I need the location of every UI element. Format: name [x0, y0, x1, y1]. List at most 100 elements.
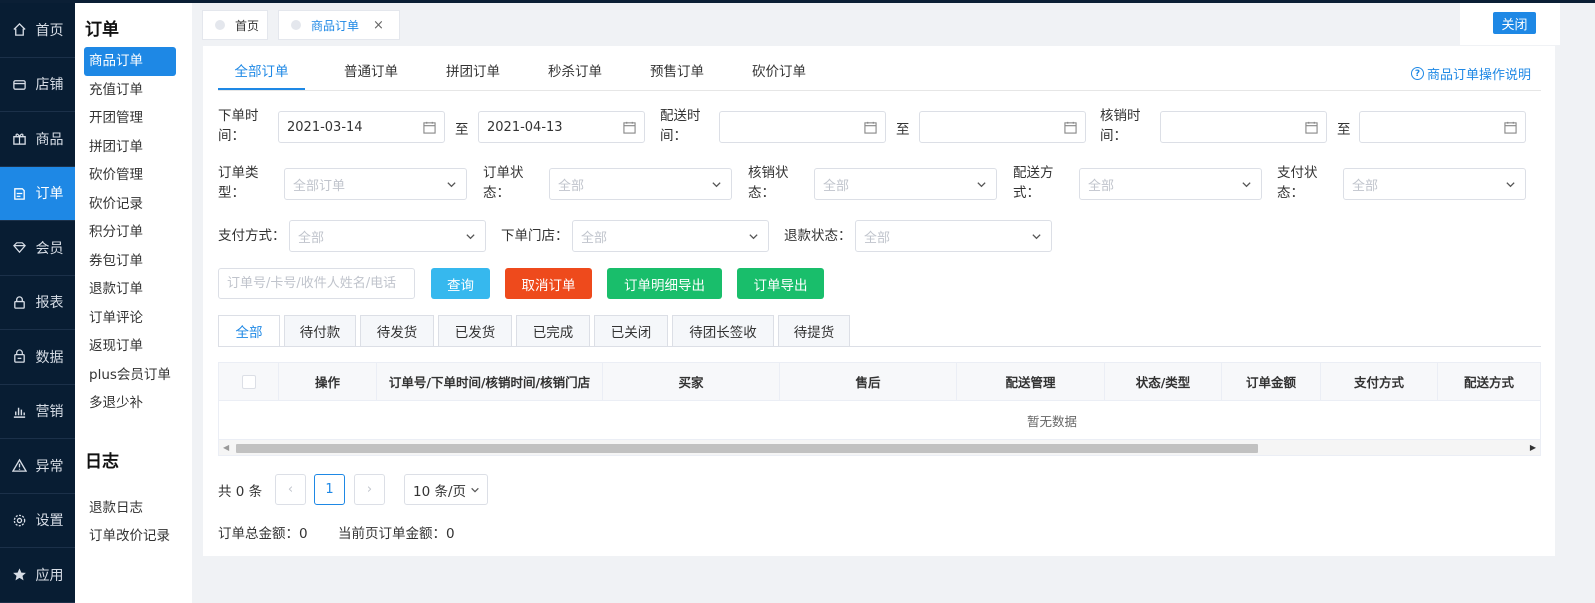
cancel-order-button[interactable]: 取消订单 — [505, 268, 592, 299]
nav-item-home[interactable]: 首页 — [0, 3, 75, 58]
store-select[interactable]: 全部 — [572, 220, 769, 252]
chevron-down-icon — [1239, 177, 1253, 191]
tab-presale-orders[interactable]: 预售订单 — [626, 58, 728, 90]
next-page-button[interactable]: › — [354, 474, 385, 505]
order-time-end-field[interactable]: 2021-04-13 — [478, 111, 645, 143]
prev-page-button[interactable]: ‹ — [275, 474, 306, 505]
nav-item-settings[interactable]: 设置 — [0, 494, 75, 548]
order-icon — [12, 185, 28, 201]
nav-item-store[interactable]: 店铺 — [0, 58, 75, 112]
chevron-down-icon — [1503, 177, 1517, 191]
scroll-right-icon[interactable]: ▶ — [1530, 443, 1536, 452]
tab-status-completed[interactable]: 已完成 — [516, 315, 590, 347]
nav-item-apps[interactable]: 应用 — [0, 548, 75, 603]
tab-normal-orders[interactable]: 普通订单 — [320, 58, 422, 90]
delivery-time-start-field[interactable] — [719, 111, 886, 143]
tab-status-leader-sign[interactable]: 待团长签收 — [672, 315, 774, 347]
submenu-item-cashback-orders[interactable]: 返现订单 — [84, 332, 176, 361]
close-icon[interactable]: × — [373, 18, 384, 33]
submenu-item-order-reviews[interactable]: 订单评论 — [84, 304, 176, 333]
order-panel: 全部订单 普通订单 拼团订单 秒杀订单 预售订单 砍价订单 ? 商品订单操作说明… — [203, 46, 1555, 556]
order-search-input[interactable] — [218, 268, 415, 299]
page-tab-home[interactable]: 首页 — [202, 10, 268, 40]
refund-status-select[interactable]: 全部 — [855, 220, 1052, 252]
export-detail-button[interactable]: 订单明细导出 — [607, 268, 722, 299]
submenu-item-goods-orders[interactable]: 商品订单 — [84, 47, 176, 76]
help-link[interactable]: ? 商品订单操作说明 — [1411, 64, 1531, 83]
nav-item-orders[interactable]: 订单 — [0, 166, 75, 221]
close-button[interactable]: 关闭 — [1493, 12, 1536, 34]
submenu-item-recharge-orders[interactable]: 充值订单 — [84, 76, 176, 105]
delivery-time-end-field[interactable] — [919, 111, 1086, 143]
tab-status-closed[interactable]: 已关闭 — [594, 315, 668, 347]
page-tab-bar: 首页 商品订单 × — [192, 3, 1595, 45]
nav-item-reports[interactable]: 报表 — [0, 276, 75, 330]
nav-item-goods[interactable]: 商品 — [0, 112, 75, 167]
pay-status-select[interactable]: 全部 — [1343, 168, 1526, 200]
submenu-item-price-change-log[interactable]: 订单改价记录 — [84, 522, 176, 551]
nav-item-exceptions[interactable]: 异常 — [0, 439, 75, 494]
store-label: 下单门店： — [501, 228, 569, 244]
submenu-item-points-orders[interactable]: 积分订单 — [84, 218, 176, 247]
submenu-item-group-orders[interactable]: 拼团订单 — [84, 133, 176, 162]
pay-method-select[interactable]: 全部 — [289, 220, 486, 252]
select-placeholder: 全部 — [558, 178, 585, 194]
submenu-item-adjustments[interactable]: 多退少补 — [84, 389, 176, 418]
verify-status-select[interactable]: 全部 — [814, 168, 997, 200]
calendar-icon — [1304, 120, 1318, 134]
select-placeholder: 全部 — [581, 230, 608, 246]
page-number[interactable]: 1 — [314, 474, 345, 505]
chevron-down-icon — [444, 177, 458, 191]
tab-group-orders[interactable]: 拼团订单 — [422, 58, 524, 90]
tab-status-pickup[interactable]: 待提货 — [778, 315, 850, 347]
nav-label: 应用 — [35, 567, 64, 584]
select-placeholder: 全部 — [864, 230, 891, 246]
submenu-item-bargain-manage[interactable]: 砍价管理 — [84, 161, 176, 190]
horizontal-scrollbar[interactable]: ◀ ▶ — [219, 439, 1540, 455]
tab-status-shipped[interactable]: 已发货 — [438, 315, 512, 347]
page-tab-goods-orders[interactable]: 商品订单 × — [278, 10, 400, 40]
nav-label: 数据 — [35, 349, 64, 366]
nav-item-marketing[interactable]: 营销 — [0, 385, 75, 439]
page-size-select[interactable]: 10 条/页 — [404, 474, 488, 505]
tab-status-all[interactable]: 全部 — [218, 315, 280, 347]
query-button[interactable]: 查询 — [431, 268, 490, 299]
order-time-start-field[interactable]: 2021-03-14 — [278, 111, 445, 143]
nav-item-data[interactable]: 数据 — [0, 330, 75, 385]
submenu-title: 订单 — [85, 20, 119, 40]
tab-status-pending-shipment[interactable]: 待发货 — [360, 315, 434, 347]
scroll-left-icon[interactable]: ◀ — [223, 443, 229, 452]
submenu-item-bargain-records[interactable]: 砍价记录 — [84, 190, 176, 219]
order-type-select[interactable]: 全部订单 — [284, 168, 467, 200]
delivery-method-select[interactable]: 全部 — [1079, 168, 1262, 200]
select-all-cell — [219, 363, 279, 400]
tab-flash-sale-orders[interactable]: 秒杀订单 — [524, 58, 626, 90]
order-status-select[interactable]: 全部 — [549, 168, 732, 200]
delivery-time-label: 配送时 间： — [660, 108, 701, 144]
select-placeholder: 全部订单 — [293, 178, 346, 194]
gift-icon — [12, 131, 28, 147]
page-size-value: 10 条/页 — [413, 483, 467, 500]
select-all-checkbox[interactable] — [241, 374, 256, 389]
submenu-item-plus-member-orders[interactable]: plus会员订单 — [84, 361, 176, 390]
calendar-icon — [863, 120, 877, 134]
status-tabs: 全部 待付款 待发货 已发货 已完成 已关闭 待团长签收 待提货 — [218, 315, 854, 347]
column-header: 操作 — [279, 363, 377, 400]
tab-bargain-orders[interactable]: 砍价订单 — [728, 58, 830, 90]
submenu-item-coupon-orders[interactable]: 券包订单 — [84, 247, 176, 276]
chevron-down-icon — [470, 485, 480, 495]
scrollbar-thumb[interactable] — [236, 444, 1258, 453]
tab-status-pending-payment[interactable]: 待付款 — [284, 315, 356, 347]
page-amount: 当前页订单金额：0 — [338, 526, 455, 542]
verify-time-start-field[interactable] — [1160, 111, 1327, 143]
submenu-item-group-manage[interactable]: 开团管理 — [84, 104, 176, 133]
submenu-item-refund-log[interactable]: 退款日志 — [84, 494, 176, 523]
column-header: 订单金额 — [1222, 363, 1321, 400]
nav-item-members[interactable]: 会员 — [0, 221, 75, 276]
nav-label: 营销 — [35, 404, 64, 421]
verify-time-end-field[interactable] — [1359, 111, 1526, 143]
submenu-item-refund-orders[interactable]: 退款订单 — [84, 275, 176, 304]
tab-all-orders[interactable]: 全部订单 — [218, 58, 305, 90]
export-orders-button[interactable]: 订单导出 — [737, 268, 824, 299]
select-placeholder: 全部 — [298, 230, 325, 246]
